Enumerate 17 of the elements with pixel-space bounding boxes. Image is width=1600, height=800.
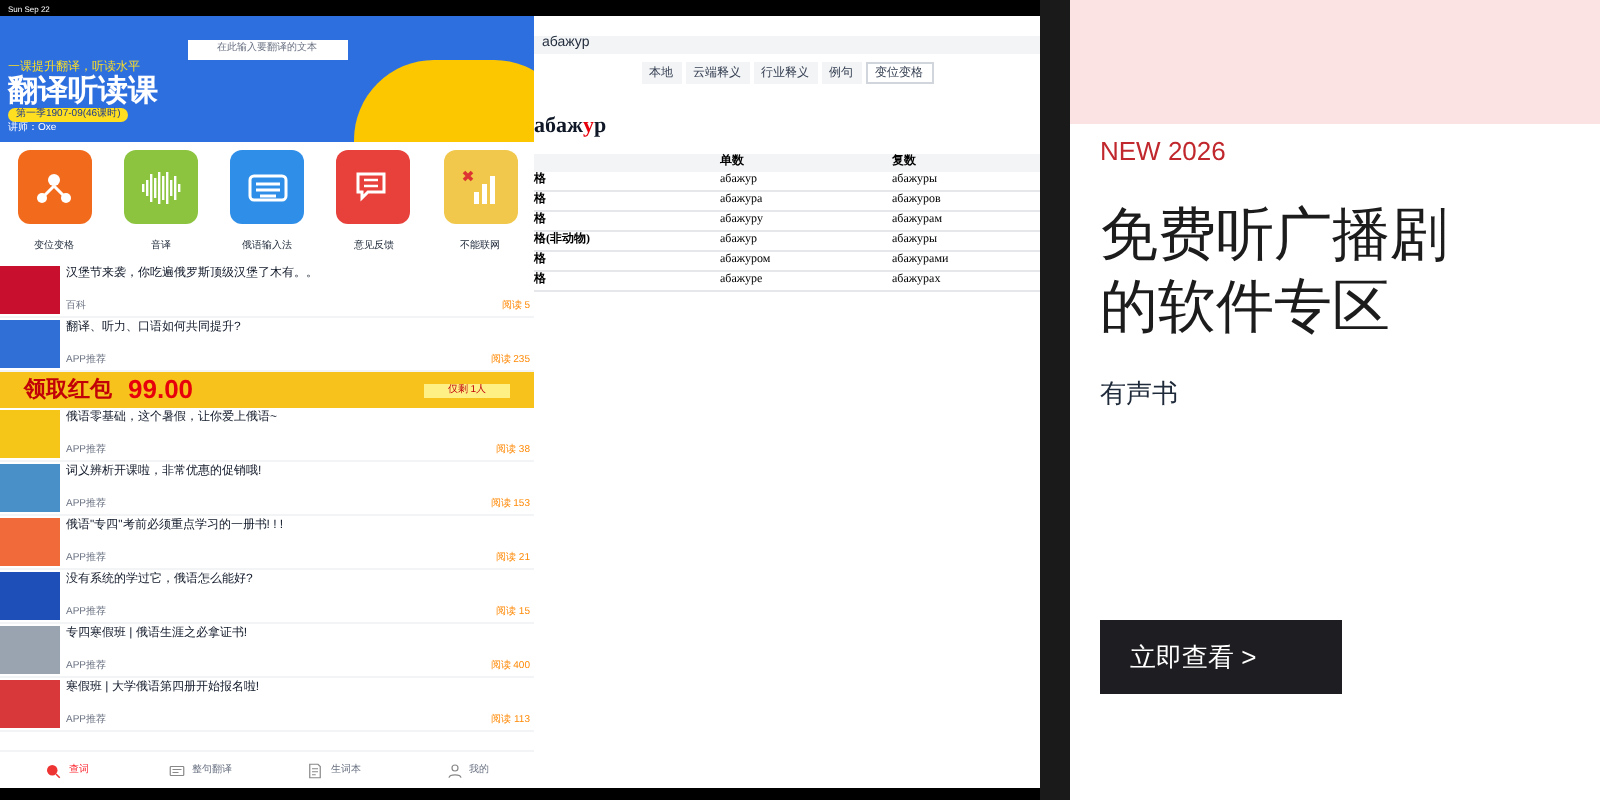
shortcut-tile[interactable] [336,150,411,224]
banner-title: 翻译听读课 [8,76,160,108]
promo-title: 领取红包 [24,378,112,402]
shortcut-tile[interactable] [443,150,517,224]
promo-amount: 99.00 [128,376,194,404]
shortcut-tile[interactable] [123,150,198,224]
shortcut-tile[interactable] [17,150,91,224]
person-icon [445,761,464,779]
headword: абажур [534,114,609,138]
panel-title: 免费听广播剧的软件专区 [1100,202,1450,344]
notebook-icon [306,761,325,779]
panel-subtitle: 有声书 [1100,376,1180,412]
new-label: NEW 2026 [1100,134,1228,170]
view-now-button[interactable]: 立即查看 > [1100,620,1342,694]
card-icon [168,761,187,779]
search-icon [44,761,63,779]
shortcut-tile[interactable] [230,150,304,224]
